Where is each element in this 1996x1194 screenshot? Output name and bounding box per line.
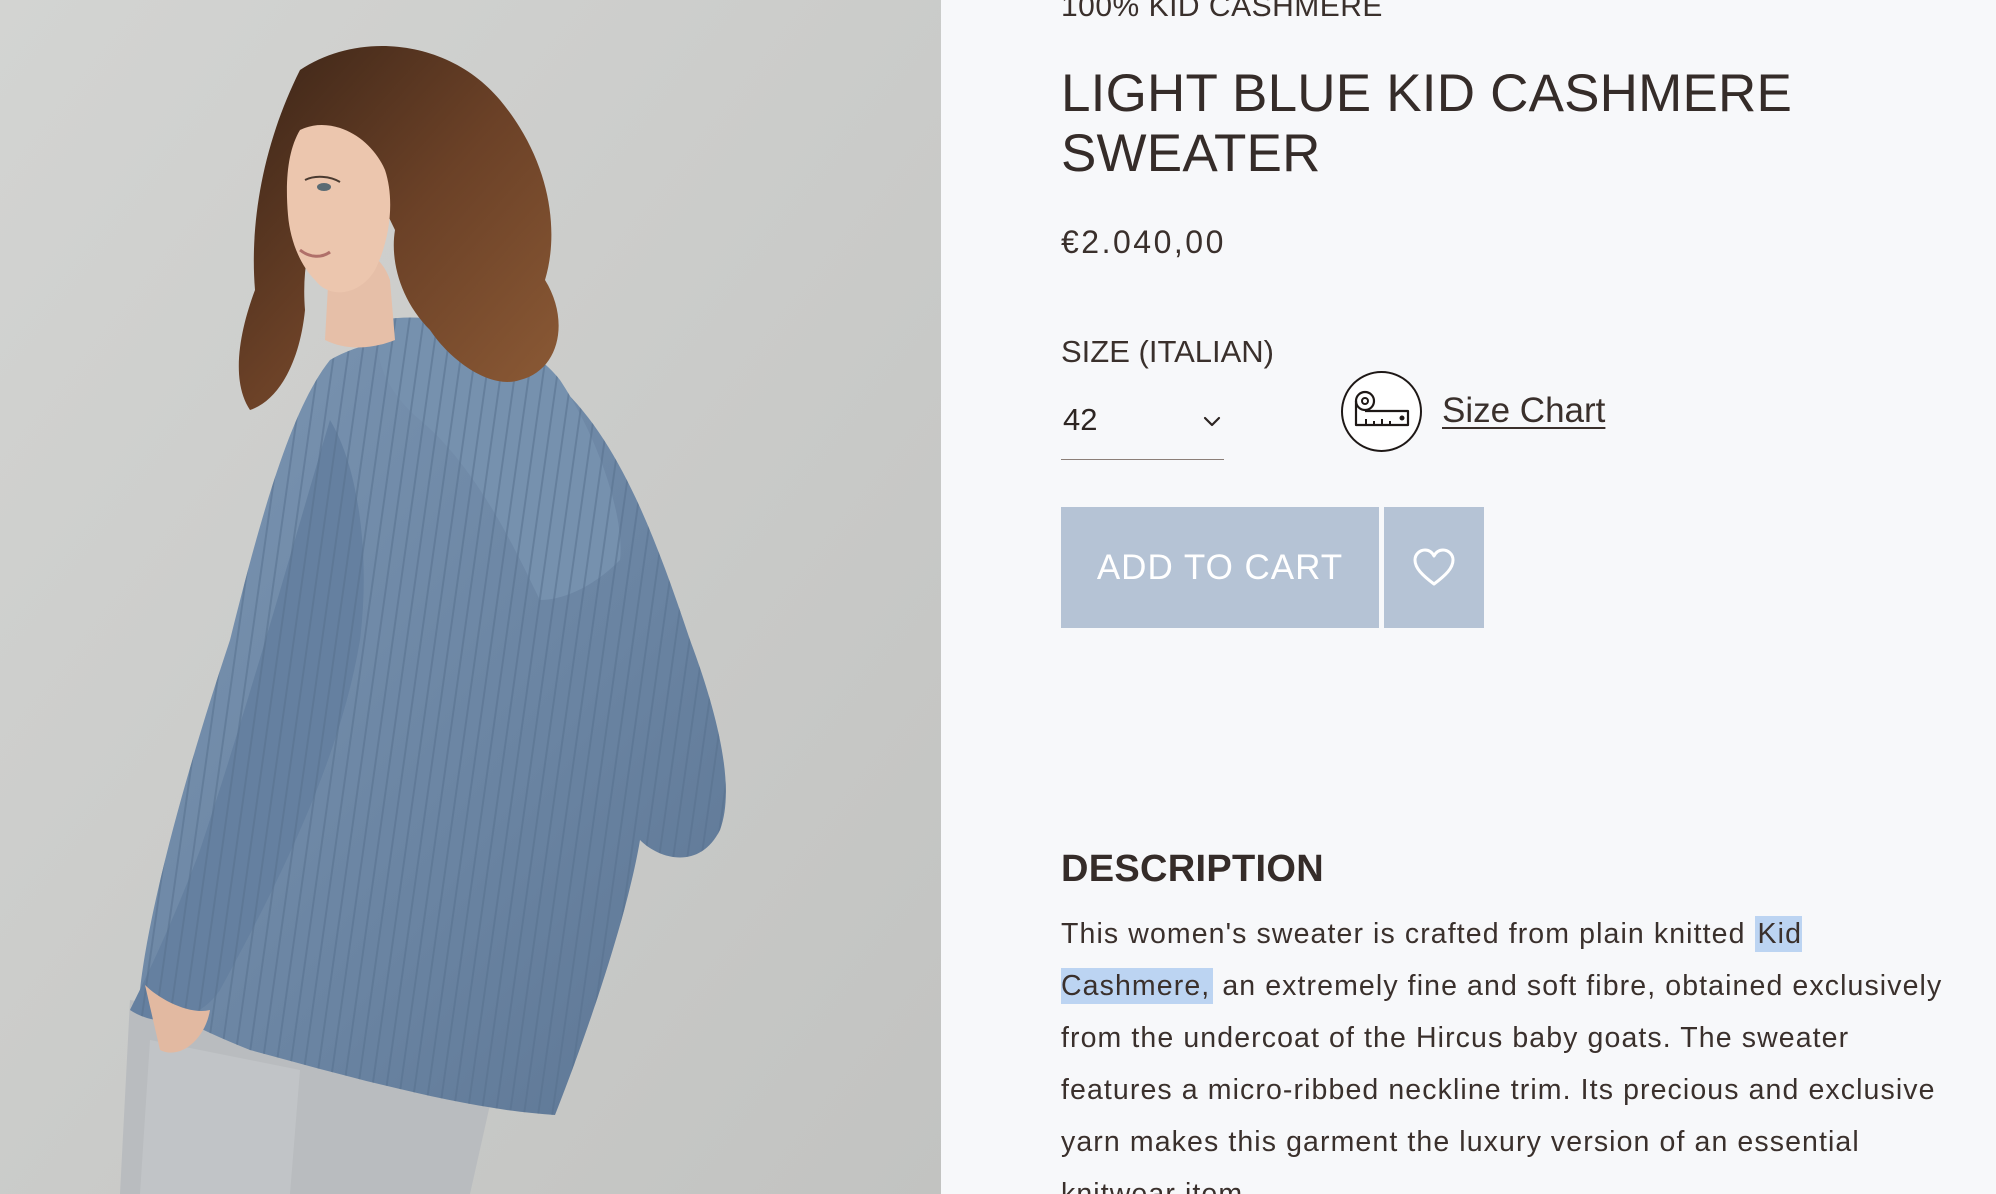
size-selected-value: 42 <box>1063 402 1098 437</box>
add-to-cart-button[interactable]: ADD TO CART <box>1061 507 1379 628</box>
product-title: LIGHT BLUE KID CASHMERE SWEATER <box>1061 64 1793 183</box>
chevron-down-icon <box>1203 416 1221 427</box>
size-chart-label: Size Chart <box>1442 391 1606 430</box>
description-heading: DESCRIPTION <box>1061 848 1324 890</box>
product-details: 100% KID CASHMERE LIGHT BLUE KID CASHMER… <box>1061 0 1961 1194</box>
description-text-start: This women's sweater is crafted from pla… <box>1061 918 1755 950</box>
description-text: This women's sweater is crafted from pla… <box>1061 908 1961 1194</box>
size-label: SIZE (ITALIAN) <box>1061 334 1275 369</box>
product-material: 100% KID CASHMERE <box>1061 0 1383 23</box>
measuring-tape-icon <box>1341 370 1422 452</box>
product-price: €2.040,00 <box>1061 224 1226 260</box>
size-dropdown[interactable]: 42 <box>1061 392 1224 460</box>
product-image <box>0 0 941 1194</box>
heart-icon <box>1413 548 1455 585</box>
size-chart-link[interactable]: Size Chart <box>1341 370 1605 452</box>
wishlist-button[interactable] <box>1384 507 1484 628</box>
